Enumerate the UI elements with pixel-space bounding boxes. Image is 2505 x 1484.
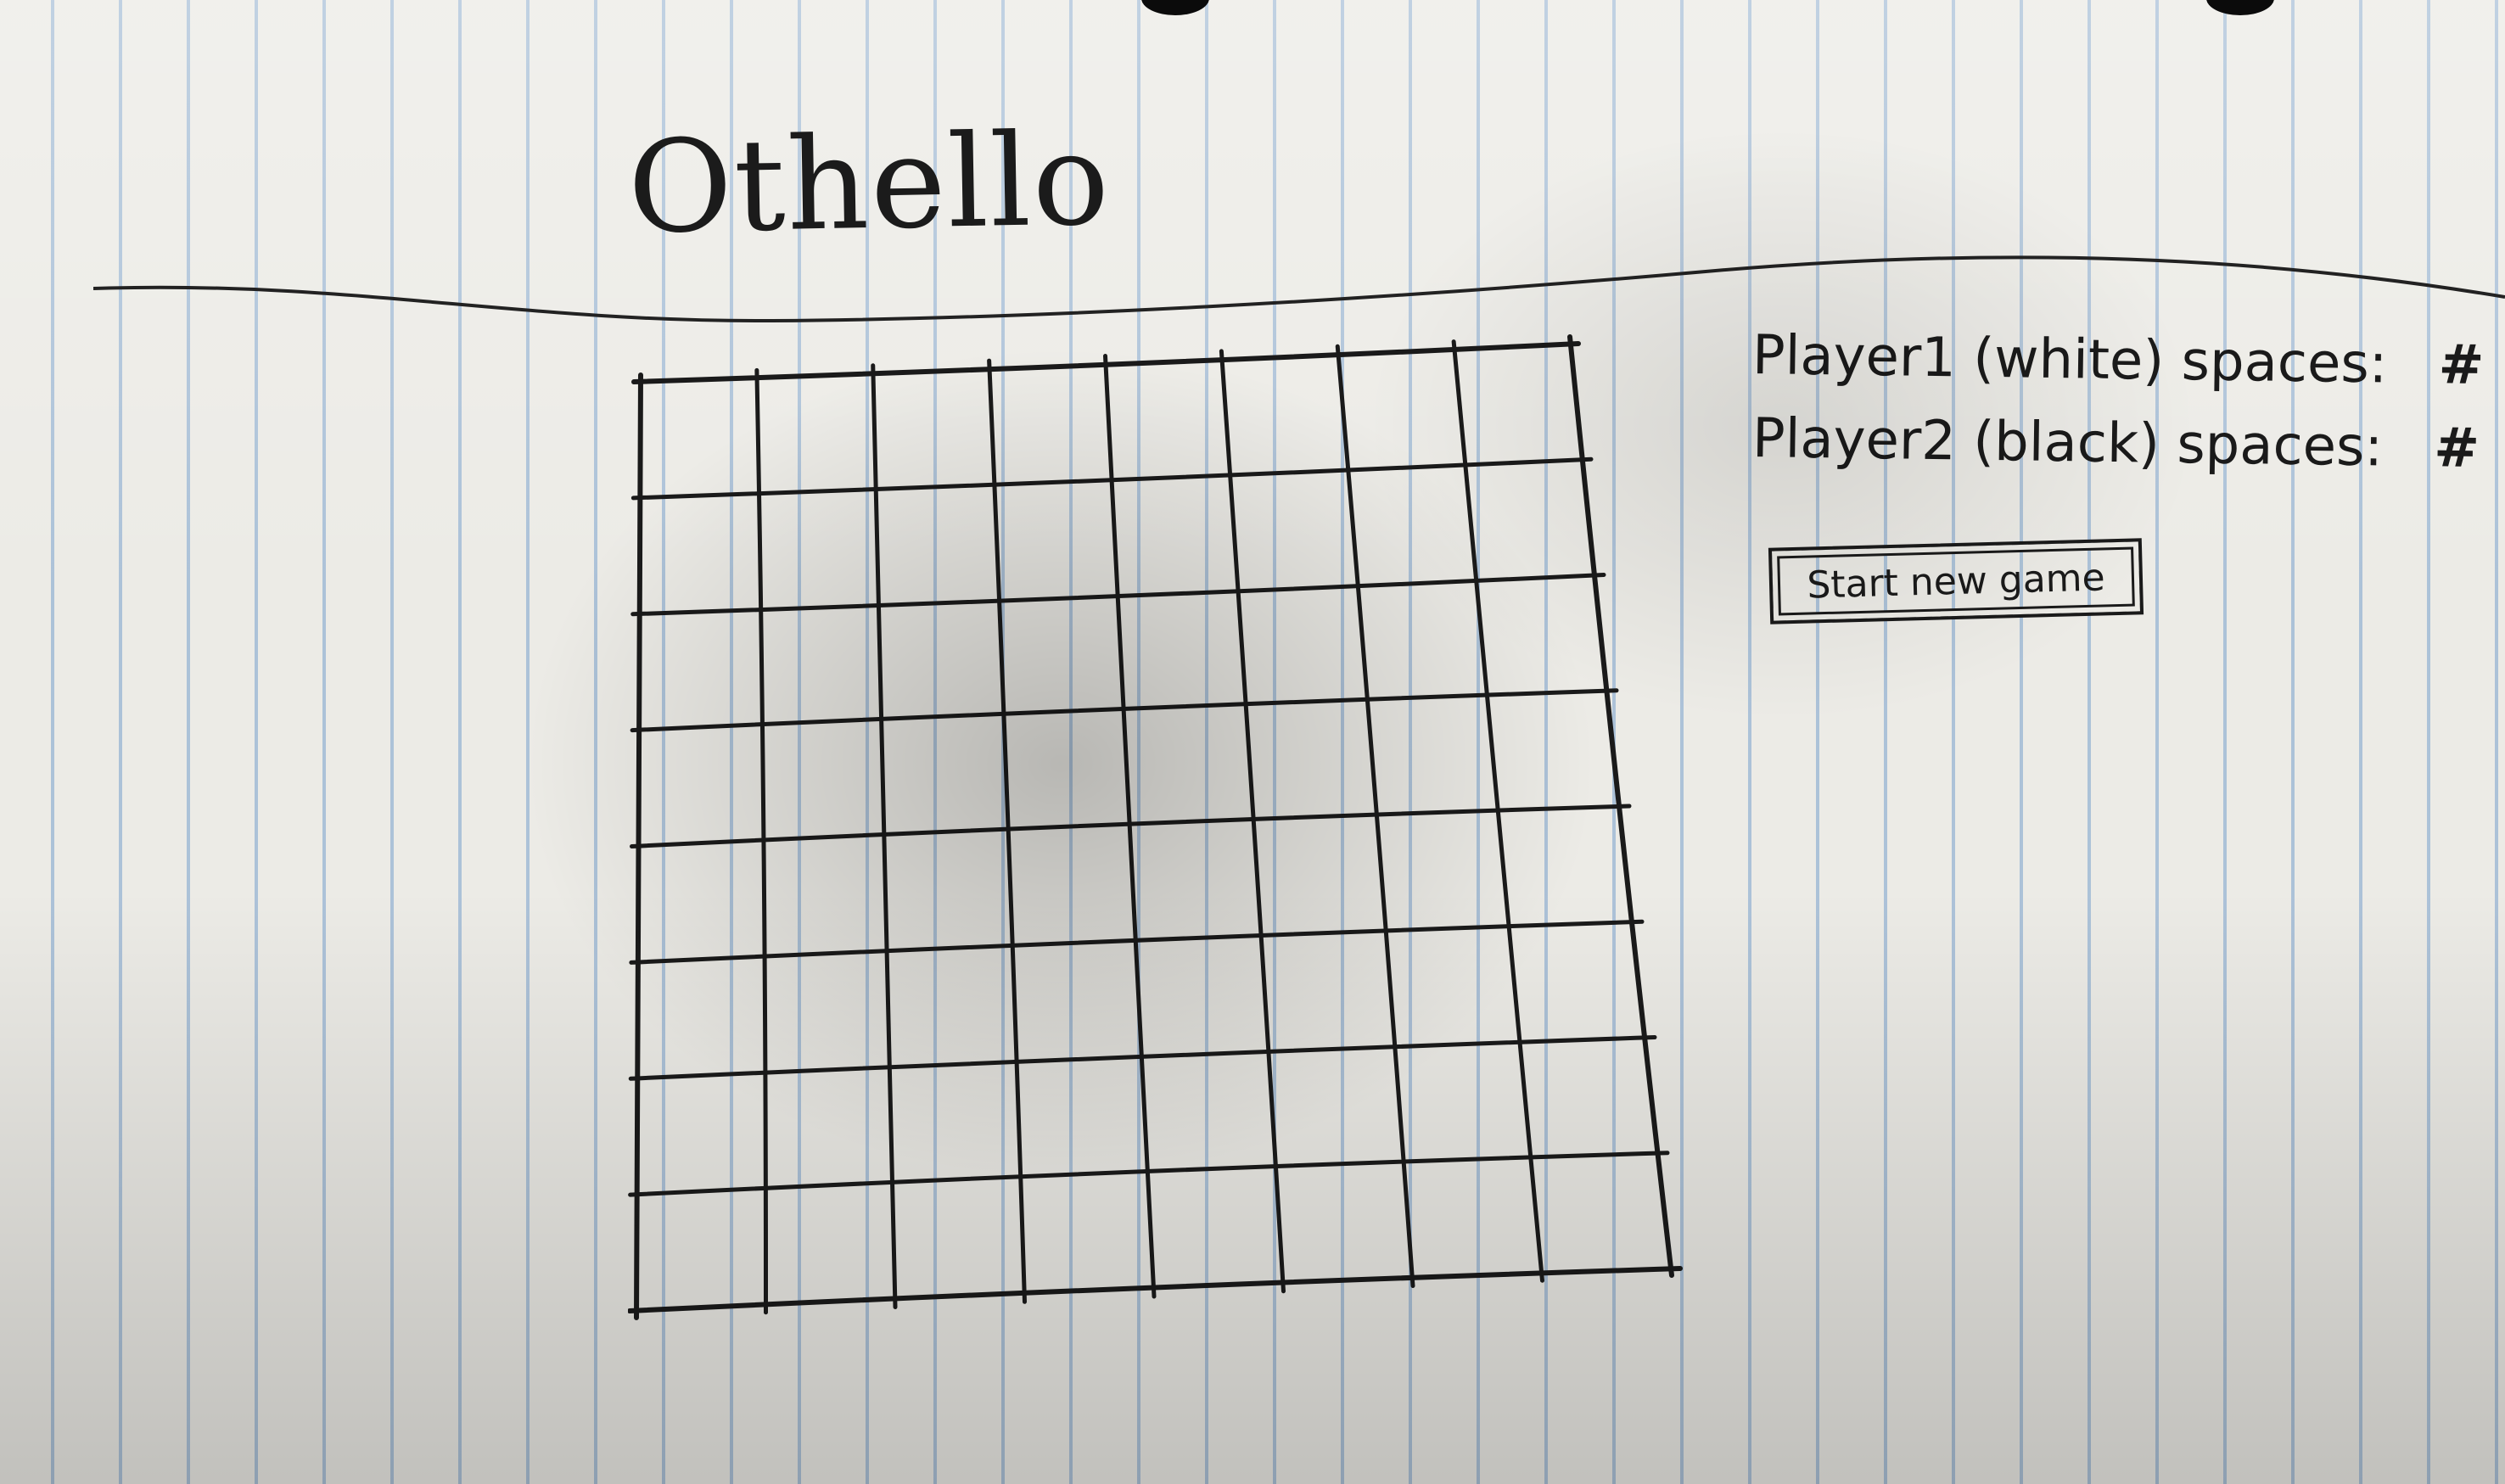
board-cell[interactable]: [989, 363, 1112, 484]
player2-label: Player2 (black) spaces:: [1751, 406, 2384, 479]
board-cell[interactable]: [882, 715, 1007, 837]
board-cell[interactable]: [1347, 464, 1476, 585]
board-cell[interactable]: [1237, 585, 1366, 705]
board-cell[interactable]: [757, 372, 876, 493]
board-cell[interactable]: [994, 479, 1118, 599]
board-cell[interactable]: [1012, 942, 1142, 1063]
board-cell[interactable]: [1252, 816, 1385, 937]
board-cell[interactable]: [1002, 710, 1129, 832]
board-cell[interactable]: [1260, 932, 1394, 1053]
board-cell[interactable]: [1275, 1163, 1413, 1285]
board-cell[interactable]: [1404, 1158, 1543, 1280]
player1-count: #: [2438, 333, 2485, 398]
board-cell[interactable]: [1509, 921, 1646, 1042]
board-cell[interactable]: [1520, 1038, 1659, 1158]
board-cell[interactable]: [640, 493, 759, 614]
board-cell[interactable]: [1148, 1168, 1284, 1290]
board-cell[interactable]: [1007, 826, 1136, 948]
board-cell[interactable]: [1106, 358, 1230, 479]
board-cell[interactable]: [1129, 821, 1260, 943]
board-cell[interactable]: [637, 1073, 765, 1195]
board-grid[interactable]: [627, 327, 1714, 1328]
player1-label: Player1 (white) spaces:: [1751, 323, 2388, 396]
board-cell[interactable]: [893, 1179, 1025, 1301]
board-cell[interactable]: [1245, 700, 1376, 820]
board-cell[interactable]: [1337, 349, 1465, 469]
board-cell[interactable]: [1366, 696, 1499, 816]
board-cell[interactable]: [1385, 927, 1521, 1047]
board-cell[interactable]: [636, 1190, 766, 1311]
board-cell[interactable]: [1124, 705, 1252, 826]
board-cell[interactable]: [1487, 691, 1621, 811]
board-cell[interactable]: [1230, 469, 1357, 590]
binder-hole: [2206, 0, 2274, 15]
player2-count: #: [2433, 417, 2480, 480]
player2-stat: Player2 (black) spaces: #: [1751, 405, 2482, 483]
player1-stat: Player1 (white) spaces: #: [1751, 322, 2485, 400]
board-cell[interactable]: [1356, 580, 1487, 700]
board-cell[interactable]: [1020, 1173, 1154, 1295]
board-cell[interactable]: [637, 957, 764, 1078]
board-cell[interactable]: [1465, 459, 1595, 580]
board-cell[interactable]: [1118, 590, 1245, 710]
board-cell[interactable]: [640, 377, 758, 498]
board-cell[interactable]: [876, 484, 998, 604]
board-cell[interactable]: [1268, 1048, 1404, 1169]
board-cell[interactable]: [1135, 937, 1268, 1058]
board-cell[interactable]: [764, 1068, 893, 1190]
notebook-paper: Othello Player1 (white) spaces: # Player…: [0, 0, 2505, 1484]
board-cell[interactable]: [1142, 1053, 1276, 1174]
board-cell[interactable]: [758, 488, 878, 609]
board-cell[interactable]: [878, 599, 1002, 720]
binder-hole: [1141, 0, 1209, 15]
board-cell[interactable]: [1531, 1153, 1672, 1274]
board-cell[interactable]: [1112, 473, 1237, 594]
scoreboard: Player1 (white) spaces: # Player2 (black…: [1751, 324, 2485, 493]
board-cell[interactable]: [1498, 806, 1634, 927]
board-cell[interactable]: [763, 952, 890, 1073]
board-cell[interactable]: [761, 837, 887, 958]
board-cell[interactable]: [759, 604, 882, 725]
board-cell[interactable]: [1221, 353, 1347, 473]
board-cell[interactable]: [1376, 811, 1510, 932]
board-cell[interactable]: [639, 725, 762, 847]
board-cell[interactable]: [887, 947, 1016, 1068]
page-title: Othello: [626, 106, 1112, 262]
board-cell[interactable]: [1476, 575, 1608, 696]
othello-board[interactable]: [627, 327, 1714, 1328]
board-cell[interactable]: [760, 720, 884, 842]
board-cell[interactable]: [884, 832, 1012, 953]
board-cell[interactable]: [1454, 344, 1583, 464]
board-cell[interactable]: [765, 1184, 895, 1306]
board-cell[interactable]: [638, 842, 763, 963]
board-cell[interactable]: [873, 367, 994, 488]
start-new-game-button[interactable]: Start new game: [1768, 538, 2144, 624]
board-cell[interactable]: [889, 1063, 1020, 1184]
board-cell[interactable]: [998, 595, 1124, 715]
board-cell[interactable]: [1394, 1043, 1532, 1164]
board-cell[interactable]: [1016, 1058, 1148, 1179]
board-cell[interactable]: [639, 609, 760, 731]
